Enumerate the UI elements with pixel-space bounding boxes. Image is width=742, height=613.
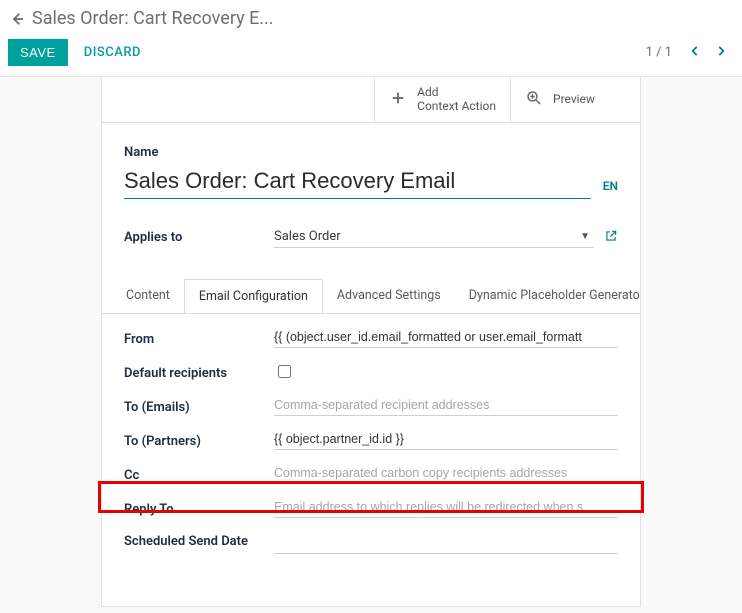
- pager-prev-icon[interactable]: [682, 42, 708, 63]
- scheduled-label: Scheduled Send Date: [124, 532, 274, 551]
- language-button[interactable]: EN: [603, 179, 618, 199]
- reply-to-row: Reply To: [124, 498, 618, 518]
- reply-to-label: Reply To: [124, 500, 274, 517]
- magnify-plus-icon: [525, 89, 543, 110]
- save-button[interactable]: SAVE: [8, 39, 68, 66]
- applies-to-dropdown[interactable]: Sales Order ▼: [274, 227, 594, 248]
- preview-button[interactable]: Preview: [510, 77, 640, 122]
- stat-button-row: Add Context Action Preview: [102, 77, 640, 123]
- cc-label: Cc: [124, 466, 274, 483]
- tab-dynamic-placeholder[interactable]: Dynamic Placeholder Generator: [455, 279, 640, 314]
- scheduled-row: Scheduled Send Date: [124, 532, 618, 554]
- to-partners-input[interactable]: [274, 430, 618, 450]
- external-link-icon[interactable]: [604, 229, 618, 247]
- plus-icon: [389, 89, 407, 110]
- preview-label: Preview: [553, 93, 595, 107]
- pager-next-icon[interactable]: [708, 42, 734, 63]
- form-sheet: Add Context Action Preview Name EN Appl: [101, 77, 641, 607]
- pager[interactable]: 1 / 1: [646, 45, 672, 60]
- add-context-line2: Context Action: [417, 100, 496, 114]
- from-row: From: [124, 328, 618, 348]
- from-label: From: [124, 330, 274, 347]
- to-partners-row: To (Partners): [124, 430, 618, 450]
- default-recipients-label: Default recipients: [124, 364, 274, 381]
- breadcrumb-title[interactable]: Sales Order: Cart Recovery E...: [32, 8, 274, 29]
- tab-email-configuration[interactable]: Email Configuration: [184, 279, 323, 314]
- cc-row: Cc: [124, 464, 618, 484]
- caret-down-icon: ▼: [576, 231, 594, 242]
- to-partners-label: To (Partners): [124, 432, 274, 449]
- add-context-line1: Add: [417, 86, 496, 100]
- scheduled-input[interactable]: [274, 534, 618, 554]
- applies-to-label: Applies to: [124, 230, 274, 245]
- control-bar: SAVE DISCARD 1 / 1: [0, 33, 742, 77]
- from-input[interactable]: [274, 328, 618, 348]
- add-context-action-button[interactable]: Add Context Action: [374, 77, 510, 122]
- applies-to-value: Sales Order: [274, 229, 576, 244]
- back-arrow-icon[interactable]: [8, 10, 26, 28]
- discard-button[interactable]: DISCARD: [84, 45, 141, 60]
- default-recipients-checkbox[interactable]: [278, 365, 291, 378]
- tab-content[interactable]: Content: [112, 279, 184, 314]
- to-emails-label: To (Emails): [124, 398, 274, 415]
- default-recipients-row: Default recipients: [124, 362, 618, 382]
- cc-input[interactable]: [274, 464, 618, 484]
- tab-advanced-settings[interactable]: Advanced Settings: [323, 279, 455, 314]
- tabs: Content Email Configuration Advanced Set…: [102, 278, 640, 314]
- to-emails-row: To (Emails): [124, 396, 618, 416]
- name-input[interactable]: [124, 166, 591, 199]
- reply-to-input[interactable]: [274, 498, 618, 518]
- breadcrumb-bar: Sales Order: Cart Recovery E...: [0, 0, 742, 33]
- name-label: Name: [124, 145, 618, 160]
- to-emails-input[interactable]: [274, 396, 618, 416]
